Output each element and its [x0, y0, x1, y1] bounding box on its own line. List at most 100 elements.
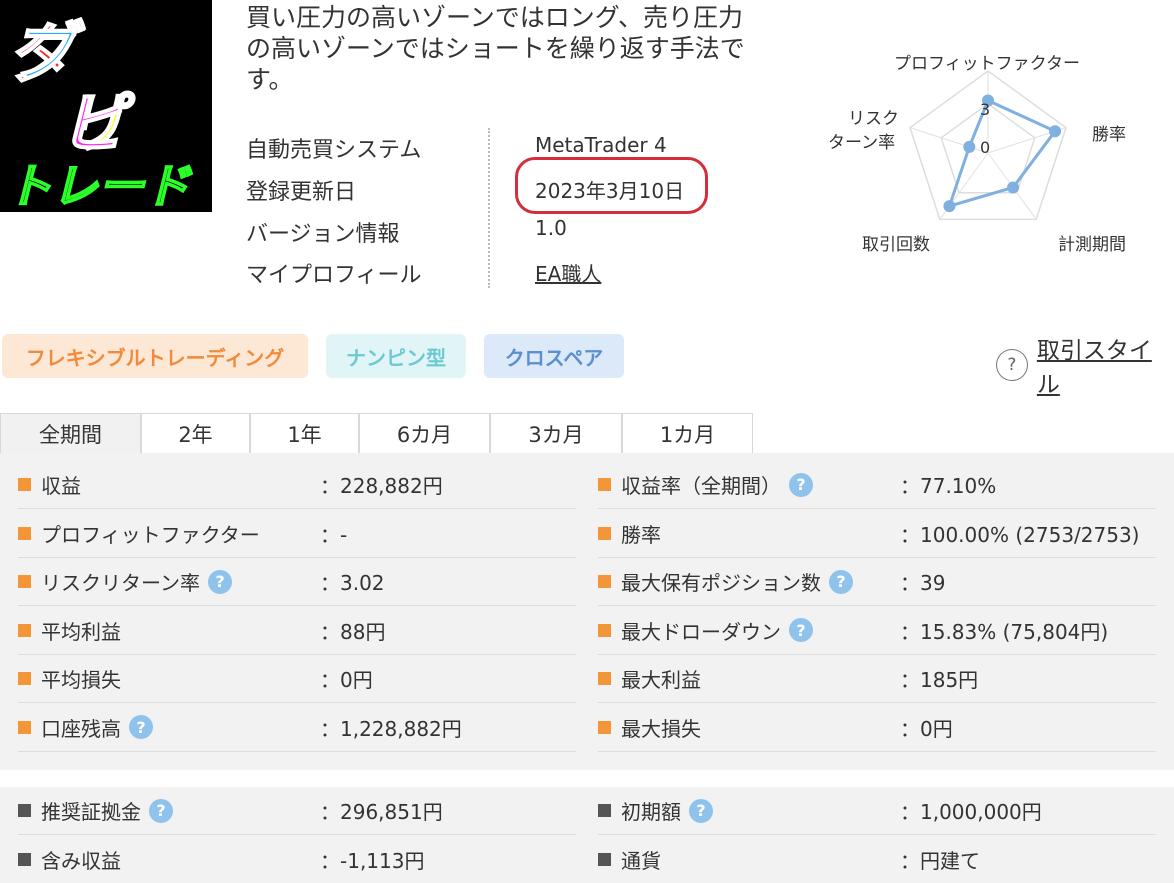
bullet-square-icon: [598, 720, 611, 734]
radar-tick-3: 3: [980, 100, 991, 119]
tab-1-month[interactable]: 1カ月: [622, 413, 753, 454]
bullet-square-icon: [18, 720, 31, 734]
extra-stats-panel: 推奨証拠金? ：296,851円含み収益 ：-1,113円 初期額? ：1,000,0…: [0, 787, 1174, 883]
stat-row: 勝率 ：100.00% (2753/2753): [598, 510, 1156, 558]
stats-panel: 収益 ：228,882円プロフィットファクター ：- リスクリターン率? ：3.02 平均…: [0, 453, 1174, 770]
radar-label-period: 計測期間: [1058, 235, 1126, 255]
radar-point: [963, 140, 976, 153]
stat-label: 初期額: [621, 800, 681, 824]
tag-nanpin[interactable]: ナンピン型: [326, 334, 466, 378]
stat-label: 平均損失: [41, 668, 121, 692]
stat-label: リスクリターン率: [41, 571, 200, 595]
stat-label: 最大損失: [621, 716, 701, 741]
stat-value: ：100.00% (2753/2753): [900, 522, 1140, 547]
bullet-square-icon: [18, 478, 31, 491]
info-label-profile: マイプロフィール: [246, 263, 422, 288]
stat-value: ：円建て: [900, 848, 980, 873]
stat-row: プロフィットファクター ：-: [18, 510, 576, 558]
tag-cross-pair[interactable]: クロスペア: [484, 334, 624, 378]
bullet-square-icon: [18, 575, 31, 588]
stat-row: 最大損失 ：0円: [598, 704, 1156, 752]
stat-row: 通貨 ：円建て: [598, 835, 1156, 883]
stat-value: ：1,228,882円: [320, 716, 462, 741]
stat-value: ：0円: [320, 668, 373, 692]
stat-label: 最大利益: [621, 668, 701, 692]
trading-style-link[interactable]: ? 取引スタイル: [996, 331, 1174, 399]
date-highlight-ring: [515, 157, 708, 214]
stat-row: 最大利益 ：185円: [598, 655, 1156, 703]
stat-row: 収益 ：228,882円: [18, 461, 576, 509]
info-value-version: 1.0: [535, 216, 567, 240]
stat-row: 最大ドローダウン? ：15.83% (75,804円): [598, 607, 1156, 655]
stat-row: 口座残高? ：1,228,882円: [18, 704, 576, 752]
bullet-square-icon: [598, 623, 611, 637]
stat-label: 推奨証拠金: [41, 800, 141, 824]
bullet-square-icon: [18, 804, 31, 817]
radar-point: [1007, 181, 1020, 194]
stat-row: 平均損失 ：0円: [18, 655, 576, 703]
stat-label: 含み収益: [41, 848, 121, 873]
stat-row: 平均利益 ：88円: [18, 607, 576, 655]
stat-row: リスクリターン率? ：3.02: [18, 558, 576, 606]
bullet-square-icon: [18, 623, 31, 637]
help-icon[interactable]: ?: [129, 715, 153, 739]
bullet-square-icon: [598, 526, 611, 540]
bullet-square-icon: [598, 575, 611, 588]
stat-value: ：3.02: [320, 571, 385, 595]
stat-row: 収益率（全期間）? ：77.10%: [598, 461, 1156, 509]
tab-3-months[interactable]: 3カ月: [490, 413, 622, 454]
stat-label: 収益率（全期間）: [621, 474, 781, 498]
stat-value: ：39: [900, 571, 946, 595]
help-icon[interactable]: ?: [829, 569, 853, 594]
help-icon[interactable]: ?: [689, 798, 713, 823]
bullet-square-icon: [598, 672, 611, 685]
help-icon[interactable]: ?: [149, 798, 173, 823]
stat-label: 最大ドローダウン: [621, 619, 781, 644]
tab-2-years[interactable]: 2年: [141, 413, 250, 454]
tag-flexible-trading[interactable]: フレキシブルトレーディング: [2, 334, 308, 378]
bullet-square-icon: [598, 478, 611, 491]
stat-row: 含み収益 ：-1,113円: [18, 835, 576, 883]
stat-value: ：-1,113円: [320, 848, 425, 873]
radar-point: [943, 200, 956, 213]
stat-label: プロフィットファクター: [41, 522, 260, 547]
stat-label: 平均利益: [41, 619, 121, 644]
info-label-system: 自動売買システム: [246, 138, 422, 163]
bullet-square-icon: [18, 526, 31, 540]
help-icon[interactable]: ?: [208, 569, 232, 594]
stat-label: 最大保有ポジション数: [621, 571, 821, 595]
product-description: 買い圧力の高いゾーンではロング、売り圧力の高いゾーンではショートを繰り返す手法で…: [246, 3, 745, 94]
stat-row: 初期額? ：1,000,000円: [598, 787, 1156, 835]
radar-chart: プロフィットファクター 勝率 計測期間 取引回数 リスク ターン率 3 0: [820, 40, 1160, 270]
ea-logo: ダブ リピ トレード: [0, 0, 212, 212]
stat-label: 収益: [41, 474, 81, 498]
radar-label-win-rate: 勝率: [1092, 125, 1126, 145]
info-divider: [488, 128, 490, 288]
tab-6-months[interactable]: 6カ月: [359, 413, 490, 454]
trading-style-label: 取引スタイル: [1036, 338, 1152, 398]
stat-value: ：1,000,000円: [900, 800, 1042, 824]
radar-label-risk-1: リスク: [848, 109, 899, 129]
bullet-square-icon: [598, 804, 611, 817]
stat-value: ：15.83% (75,804円): [900, 619, 1109, 644]
stat-value: ：88円: [320, 619, 386, 644]
profile-link[interactable]: EA職人: [535, 258, 601, 287]
radar-tick-0: 0: [980, 138, 991, 157]
info-label-version: バージョン情報: [246, 222, 400, 247]
help-icon[interactable]: ?: [789, 472, 813, 497]
stat-row: 推奨証拠金? ：296,851円: [18, 787, 576, 835]
radar-label-risk-2: ターン率: [828, 133, 896, 153]
radar-label-profit-factor: プロフィットファクター: [894, 54, 1080, 74]
bullet-square-icon: [18, 672, 31, 685]
tab-all-period[interactable]: 全期間: [0, 413, 141, 454]
stat-value: ：-: [320, 522, 348, 547]
stat-value: ：296,851円: [320, 800, 443, 824]
stat-label: 勝率: [621, 522, 661, 547]
help-icon[interactable]: ?: [789, 618, 813, 642]
question-circle-icon: ?: [996, 349, 1028, 381]
stat-row: 最大保有ポジション数? ：39: [598, 558, 1156, 606]
bullet-square-icon: [598, 852, 611, 866]
tab-1-year[interactable]: 1年: [250, 413, 359, 454]
stat-value: ：185円: [900, 668, 979, 692]
bullet-square-icon: [18, 852, 31, 866]
